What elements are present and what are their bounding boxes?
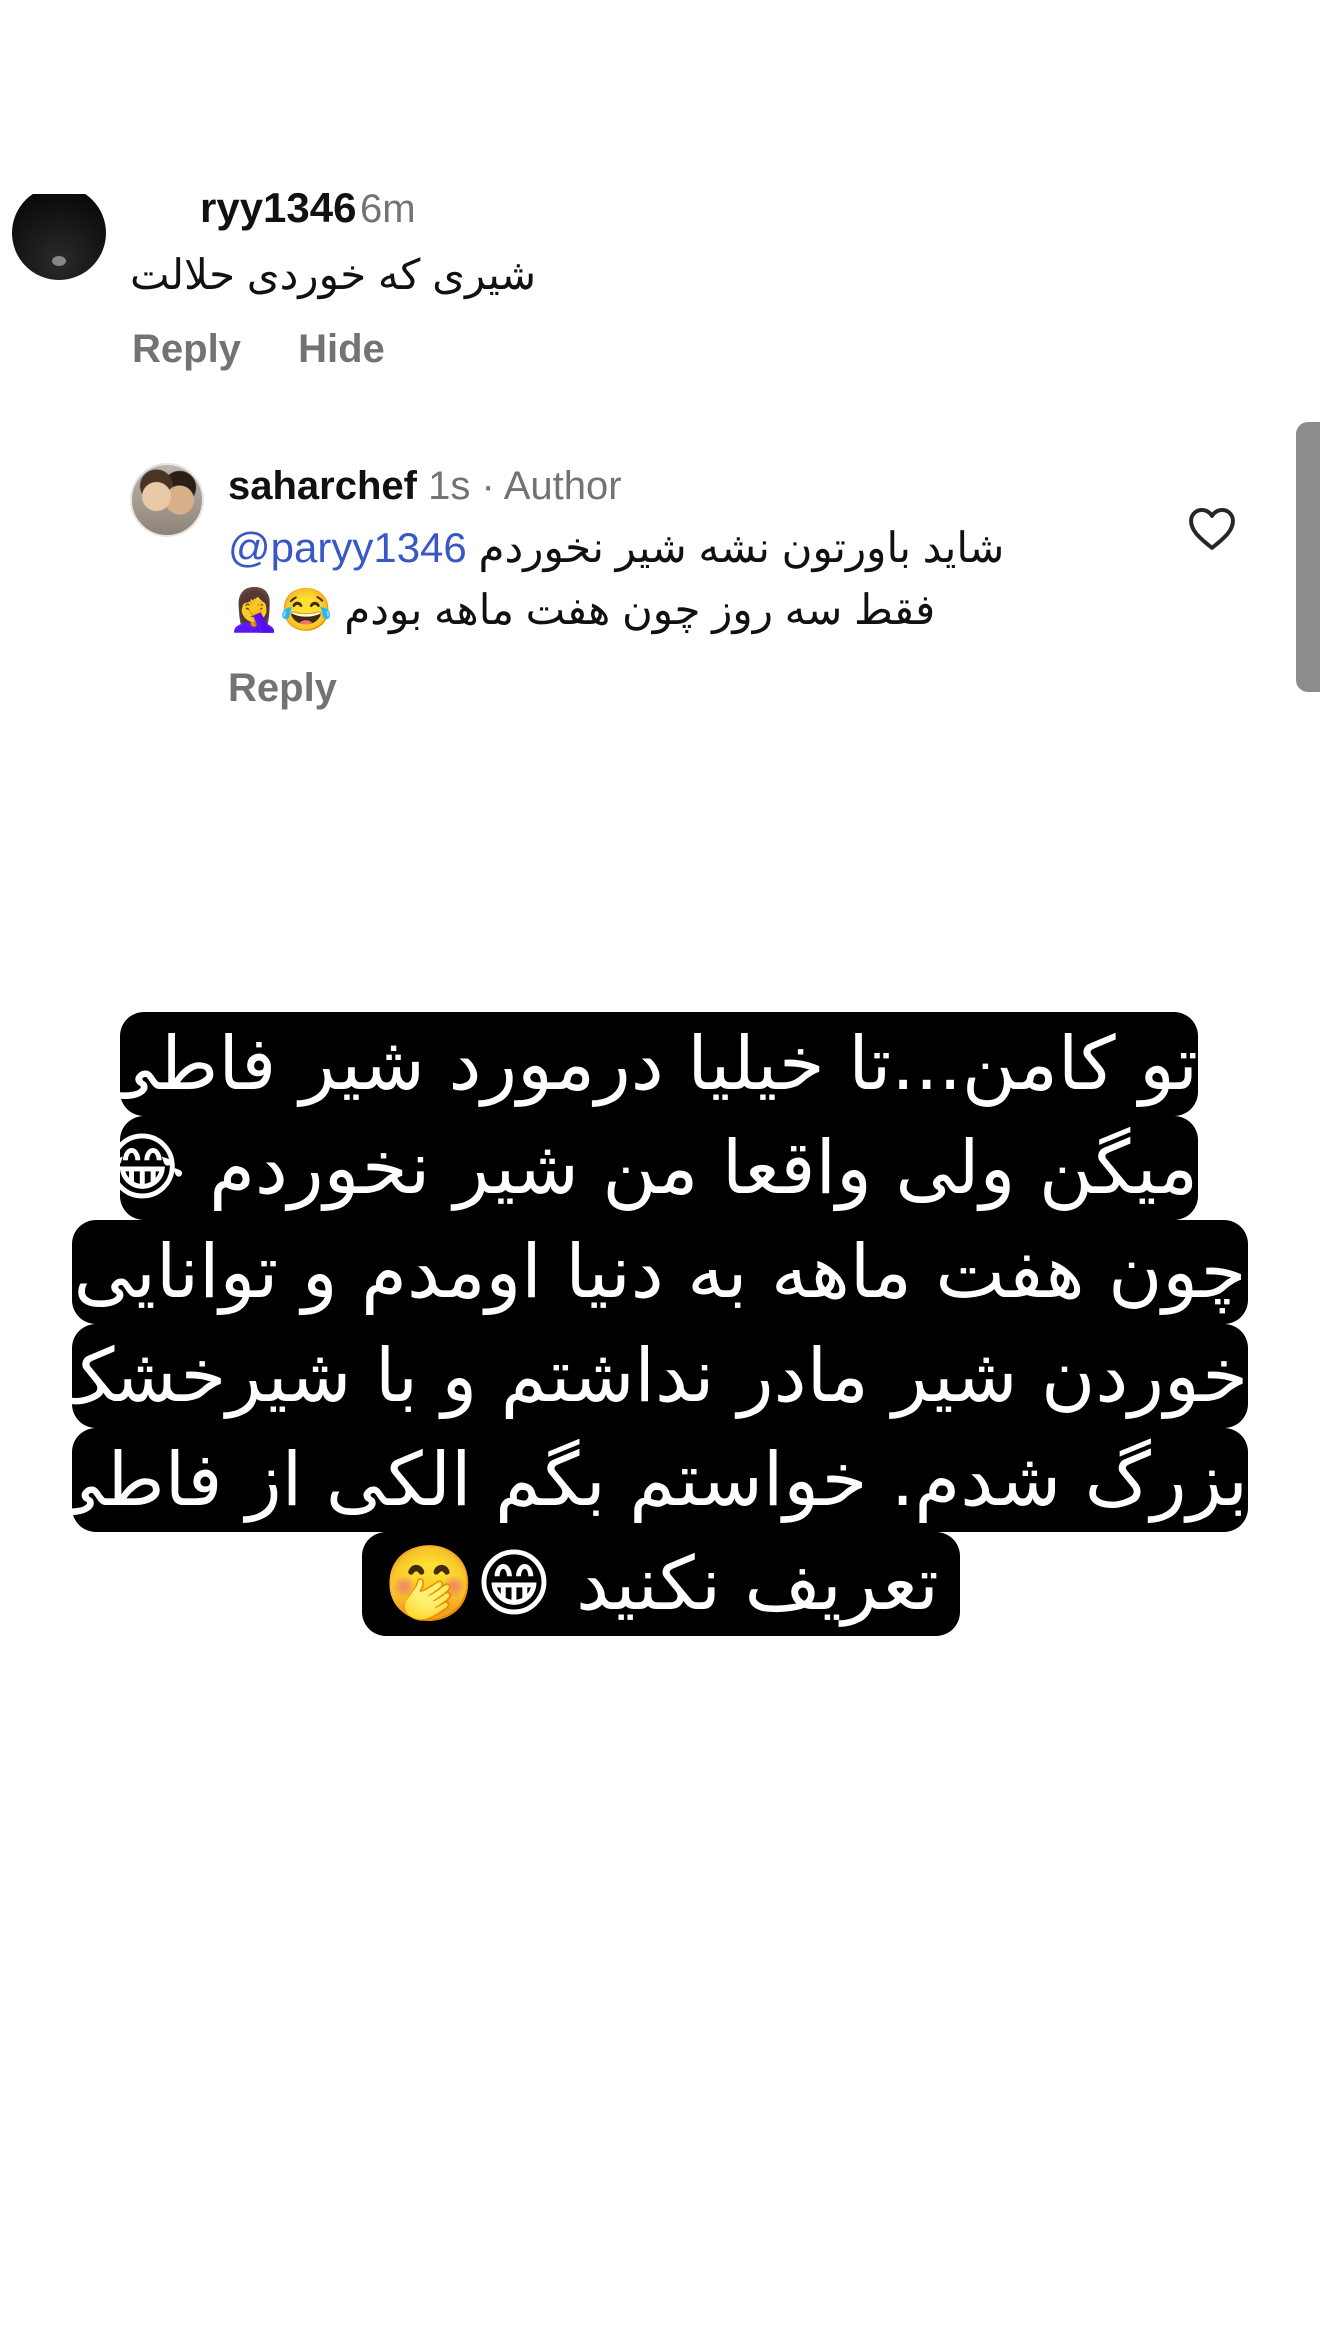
reply-button[interactable]: Reply [132,327,241,371]
reply-text-line-1: @paryy1346 شاید باورتون نشه شیر نخوردم [228,523,1004,573]
comment-text: شیری که خوردی حلالت [130,251,537,298]
hide-button[interactable]: Hide [298,327,385,371]
heart-outline-icon[interactable] [1186,505,1238,551]
meta-separator: · [481,464,495,508]
author-username[interactable]: saharchef [228,464,417,508]
author-badge: Author [503,464,622,508]
author-avatar[interactable] [130,463,204,537]
caption-line: خوردن شیر مادر نداشتم و با شیرخشک [48,1324,1248,1428]
caption-line: بزرگ شدم. خواستم بگم الکی از فاطی [44,1428,1248,1532]
commenter-avatar[interactable] [12,194,106,280]
story-caption: تو کامن...تا خیلیا درمورد شیر فاطی میگن … [44,1012,1250,1682]
reply-text-part: شاید باورتون نشه شیر نخوردم [478,524,1005,571]
reply-text-line-2: فقط سه روز چون هفت ماهه بودم 😂🤦‍♀️ [228,586,936,633]
commenter-username[interactable]: ryy1346 [200,184,357,232]
reply-time: 1s [428,464,471,508]
comment-actions: Reply Hide [132,326,431,372]
comment-time: 6m [360,187,416,231]
caption-line: چون هفت ماهه به دنیا اومدم و توانایی [72,1220,1248,1324]
scroll-indicator[interactable] [1296,422,1320,692]
caption-line: میگن ولی واقعا من شیر نخوردم 😂 [99,1116,1198,1220]
reply-header: saharchef 1s · Author [228,463,622,509]
mention-link[interactable]: @paryy1346 [228,524,467,571]
reply-item: saharchef 1s · Author @paryy1346 شاید با… [0,455,1320,725]
caption-line: تو کامن...تا خیلیا درمورد شیر فاطی [98,1012,1198,1116]
comment-item: ryy1346 6m شیری که خوردی حلالت Reply Hid… [0,180,1320,400]
caption-line: تعریف نکنید 😁🤭 [362,1532,960,1636]
reply-button[interactable]: Reply [228,665,337,711]
